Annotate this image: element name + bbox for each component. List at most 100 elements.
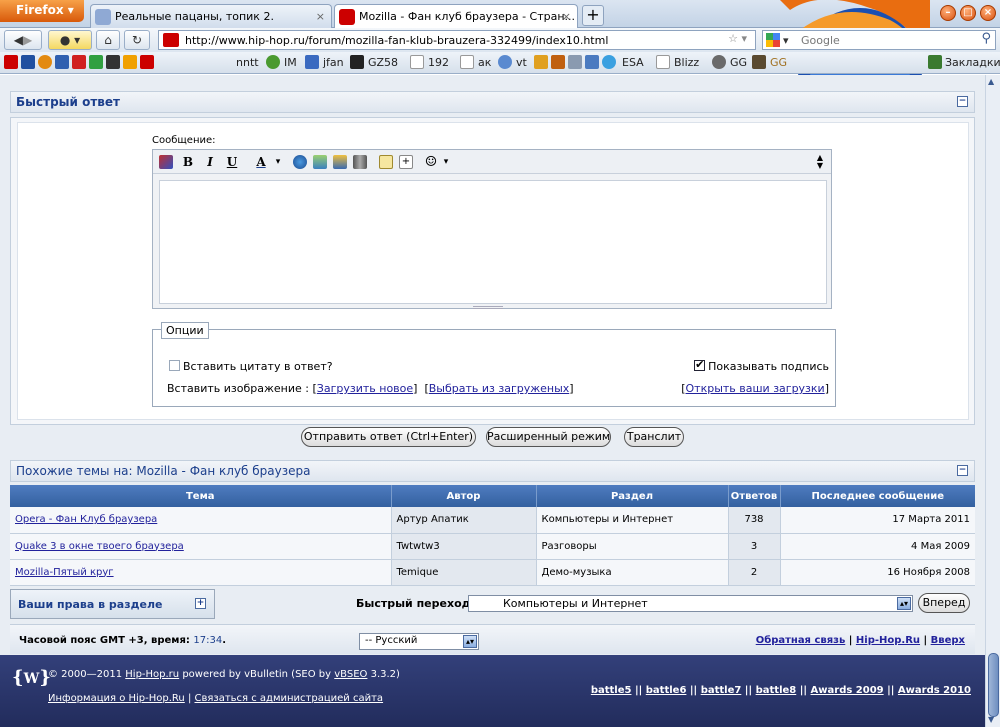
bookmark-192[interactable]: 192 bbox=[428, 55, 449, 71]
page-scrollbar[interactable]: ▲ ▼ bbox=[985, 75, 1000, 727]
chevron-down-icon[interactable]: ▾ bbox=[273, 154, 283, 170]
reload-button[interactable]: ↻ bbox=[124, 30, 150, 50]
thread-section: Демо-музыка bbox=[536, 559, 729, 586]
signature-option[interactable]: Показывать подпись bbox=[694, 358, 829, 373]
upload-new-link[interactable]: Загрузить новое bbox=[317, 382, 413, 395]
thread-link[interactable]: Mozilla-Пятый круг bbox=[15, 567, 114, 578]
forum-rights-box[interactable]: Ваши права в разделе + bbox=[10, 589, 215, 619]
battle8-link[interactable]: battle8 bbox=[756, 685, 797, 696]
column-header-section: Раздел bbox=[536, 485, 729, 507]
maximize-button[interactable]: □ bbox=[960, 5, 976, 21]
vbseo-link[interactable]: vBSEO bbox=[334, 669, 367, 680]
awards-2009-link[interactable]: Awards 2009 bbox=[811, 685, 884, 696]
bookmark-nntt[interactable]: nntt bbox=[236, 55, 259, 71]
current-time: 17:34 bbox=[193, 635, 223, 646]
firefox-menu-button[interactable]: Firefox ▾ bbox=[0, 0, 84, 22]
address-bar[interactable]: http://www.hip-hop.ru/forum/mozilla-fan-… bbox=[158, 30, 756, 50]
text-color-button[interactable]: A bbox=[251, 154, 271, 170]
history-button[interactable]: ● ▾ bbox=[48, 30, 92, 50]
star-icon[interactable]: ☆ ▾ bbox=[728, 32, 747, 45]
advanced-mode-button[interactable]: Расширенный режим bbox=[486, 427, 611, 447]
quote-option[interactable]: Вставить цитату в ответ? bbox=[169, 360, 333, 373]
battle7-link[interactable]: battle7 bbox=[701, 685, 742, 696]
tab-realnye-patsany[interactable]: Реальные пацаны, топик 2. × bbox=[90, 4, 332, 28]
minimize-button[interactable]: – bbox=[940, 5, 956, 21]
quick-nav-select[interactable]: Компьютеры и Интернет ▴▾ bbox=[468, 595, 913, 612]
message-textarea[interactable] bbox=[159, 180, 827, 304]
bookmark-gz58[interactable]: GZ58 bbox=[368, 55, 398, 71]
submit-reply-button[interactable]: Отправить ответ (Ctrl+Enter) bbox=[301, 427, 476, 447]
site-info-link[interactable]: Информация о Hip-Hop.Ru bbox=[48, 693, 185, 704]
scroll-up-icon[interactable]: ▲ bbox=[988, 77, 994, 86]
site-footer: {W} © 2000—2011 Hip-Hop.ru powered by vB… bbox=[0, 655, 985, 727]
search-bar[interactable]: ▾ Google ⚲ bbox=[762, 30, 996, 50]
insert-link-icon[interactable] bbox=[293, 155, 307, 169]
bookmark-esa[interactable]: ESA bbox=[622, 55, 644, 71]
chevron-down-icon[interactable]: ▾ bbox=[441, 154, 451, 170]
insert-image-icon[interactable] bbox=[313, 155, 327, 169]
thread-link[interactable]: Opera - Фан Клуб браузера bbox=[15, 514, 157, 525]
open-uploads-link[interactable]: Открыть ваши загрузки bbox=[686, 382, 825, 395]
quote-checkbox[interactable] bbox=[169, 360, 180, 371]
close-window-button[interactable]: × bbox=[980, 5, 996, 21]
bookmark-im[interactable]: IM bbox=[284, 55, 297, 71]
thread-link[interactable]: Quake 3 в окне твоего браузера bbox=[15, 541, 184, 552]
home-button[interactable]: ⌂ bbox=[96, 30, 120, 50]
smiley-icon[interactable]: ☺ bbox=[423, 154, 439, 170]
site-home-link[interactable]: Hip-Hop.Ru bbox=[856, 635, 920, 646]
tab-strip: Firefox ▾ Реальные пацаны, топик 2. × Mo… bbox=[0, 0, 1000, 80]
site-logo-icon: {W} bbox=[12, 667, 51, 688]
translit-button[interactable]: Транслит bbox=[624, 427, 684, 447]
bookmark-blizz[interactable]: Blizz bbox=[674, 55, 699, 71]
bookmark-vt[interactable]: vt bbox=[516, 55, 527, 71]
bookmark-jfan[interactable]: jfan bbox=[323, 55, 344, 71]
bookmark-ak[interactable]: ак bbox=[478, 55, 491, 71]
expand-icon[interactable]: + bbox=[195, 598, 206, 609]
similar-threads-table: Тема Автор Раздел Ответов Последнее сооб… bbox=[10, 485, 975, 586]
google-search-engine-icon[interactable] bbox=[766, 33, 780, 47]
choose-uploaded-link[interactable]: Выбрать из загруженых bbox=[429, 382, 570, 395]
insert-image-row: Вставить изображение : [Загрузить новое]… bbox=[167, 382, 574, 395]
battle6-link[interactable]: battle6 bbox=[646, 685, 687, 696]
signature-checkbox[interactable] bbox=[694, 358, 706, 371]
search-icon[interactable]: ⚲ bbox=[981, 31, 991, 46]
insert-attachment-icon[interactable] bbox=[333, 155, 347, 169]
bookmark-icon-group-2[interactable] bbox=[534, 55, 619, 71]
bookmark-gg-2[interactable]: GG bbox=[770, 55, 787, 71]
tab-mozilla-fan-club[interactable]: Mozilla - Фан клуб браузера - Стран... × bbox=[334, 4, 578, 29]
thread-section: Компьютеры и Интернет bbox=[536, 507, 729, 534]
awards-2010-link[interactable]: Awards 2010 bbox=[898, 685, 971, 696]
site-link[interactable]: Hip-Hop.ru bbox=[125, 669, 179, 680]
remove-formatting-icon[interactable] bbox=[159, 155, 173, 169]
contact-admin-link[interactable]: Связаться с администрацией сайта bbox=[195, 693, 384, 704]
insert-video-icon[interactable] bbox=[353, 155, 367, 169]
collapse-icon[interactable]: − bbox=[957, 465, 968, 476]
forward-arrow-icon: ▶ bbox=[23, 33, 33, 47]
back-to-top-link[interactable]: Вверх bbox=[931, 635, 965, 646]
bookmark-gg[interactable]: GG bbox=[730, 55, 747, 71]
back-forward-button[interactable]: ◀▶ bbox=[4, 30, 42, 50]
table-row: Quake 3 в окне твоего браузера Twtwtw3 Р… bbox=[10, 533, 975, 560]
language-select[interactable]: -- Русский ▴▾ bbox=[359, 633, 479, 650]
bold-button[interactable]: B bbox=[181, 154, 195, 170]
scroll-down-icon[interactable]: ▼ bbox=[988, 715, 994, 724]
thread-replies: 3 bbox=[728, 533, 781, 560]
underline-button[interactable]: U bbox=[225, 154, 239, 170]
bookmark-icon-group[interactable] bbox=[4, 55, 157, 71]
more-tags-icon[interactable]: + bbox=[399, 155, 413, 169]
scrollbar-thumb[interactable] bbox=[988, 653, 999, 717]
resize-editor-icon[interactable]: ▲ ▼ bbox=[815, 154, 825, 170]
collapse-icon[interactable]: − bbox=[957, 96, 968, 107]
battle5-link[interactable]: battle5 bbox=[591, 685, 632, 696]
new-tab-button[interactable]: + bbox=[582, 5, 604, 26]
close-icon[interactable]: × bbox=[316, 10, 325, 23]
bookmarks-menu[interactable]: Закладки bbox=[928, 55, 1000, 71]
insert-quote-icon[interactable] bbox=[379, 155, 393, 169]
thread-last-post: 4 Мая 2009 bbox=[780, 533, 975, 560]
copyright-line: © 2000—2011 Hip-Hop.ru powered by vBulle… bbox=[48, 669, 400, 680]
resize-grip[interactable] bbox=[473, 306, 503, 309]
quick-nav-go-button[interactable]: Вперед bbox=[918, 593, 970, 613]
italic-button[interactable]: I bbox=[203, 154, 217, 170]
feedback-link[interactable]: Обратная связь bbox=[756, 635, 846, 646]
close-icon[interactable]: × bbox=[562, 10, 571, 23]
